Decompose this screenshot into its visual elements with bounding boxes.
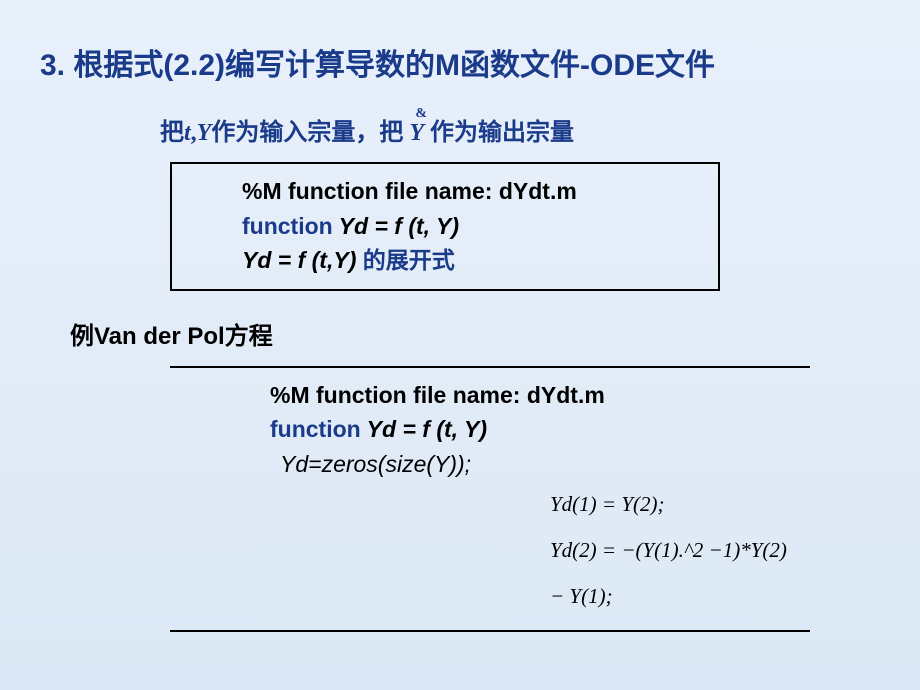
keyword-function-2: function <box>270 416 361 442</box>
text-part3: 作为输出宗量 <box>430 120 574 146</box>
expand-lhs: Yd = f (t,Y) <box>242 247 363 273</box>
code-box-example: %M function file name: dYdt.m function Y… <box>170 366 810 632</box>
io-description: 把t,Y作为输入宗量，把 Y 作为输出宗量 <box>160 112 920 147</box>
math-eq2: Yd(2) = −(Y(1).^2 −1)*Y(2) − Y(1); <box>550 527 800 619</box>
code-function-line: function Yd = f (t, Y) <box>242 209 708 244</box>
function-signature-2: Yd = f (t, Y) <box>361 416 487 442</box>
var-t: t <box>184 120 191 146</box>
var-Y: Y <box>197 120 212 146</box>
code-comment: %M function file name: dYdt.m <box>242 174 708 209</box>
section-heading: 3. 根据式(2.2)编写计算导数的M函数文件-ODE文件 <box>0 0 920 87</box>
text-part2: 作为输入宗量，把 <box>211 120 409 146</box>
code-zeros-line: Yd=zeros(size(Y)); <box>280 447 800 482</box>
keyword-function: function <box>242 213 333 239</box>
text-part1: 把 <box>160 120 184 146</box>
math-eq1: Yd(1) = Y(2); <box>550 481 800 527</box>
code-expand-line: Yd = f (t,Y) 的展开式 <box>242 243 708 279</box>
function-signature: Yd = f (t, Y) <box>333 213 459 239</box>
var-Ydot: Y <box>409 120 424 147</box>
code-comment-2: %M function file name: dYdt.m <box>270 378 800 413</box>
expand-rhs: 的展开式 <box>363 248 455 273</box>
code-function-line-2: function Yd = f (t, Y) <box>270 412 800 447</box>
example-label: 例Van der Pol方程 <box>70 316 920 351</box>
code-box-template: %M function file name: dYdt.m function Y… <box>170 162 720 291</box>
